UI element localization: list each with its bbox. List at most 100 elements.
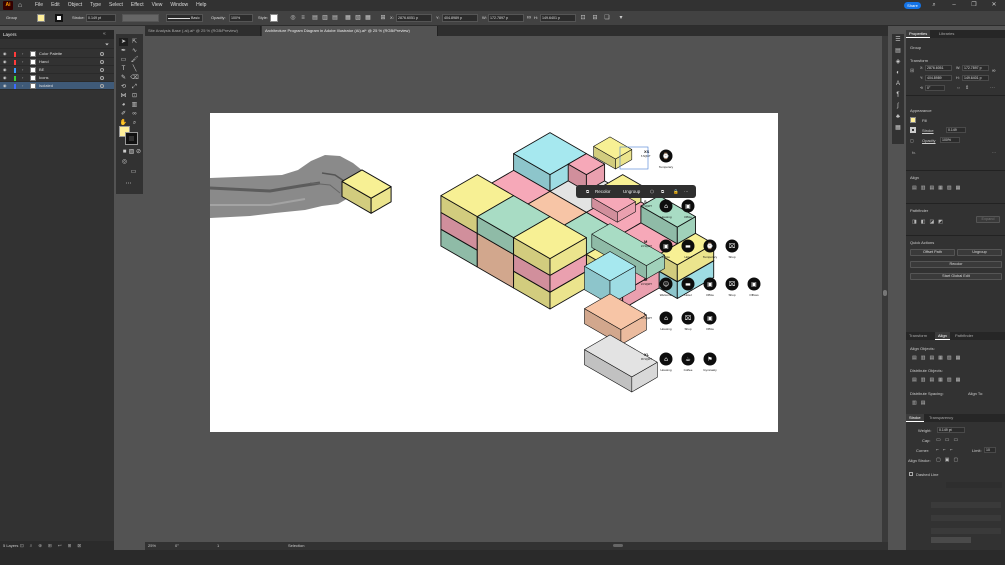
tab-architecture-program[interactable]: Architecture Program Diagram in Adobe Il… <box>262 26 438 36</box>
align-bottom-icon[interactable]: ▦ <box>365 14 371 22</box>
align-row[interactable] <box>931 528 1001 534</box>
ungroup-button[interactable]: Ungroup <box>957 249 1002 256</box>
search-icon[interactable]: ⌕ <box>925 0 943 11</box>
tab-libraries[interactable]: Libraries <box>936 30 957 38</box>
corner-icons[interactable]: ⌐⌐⌐ <box>936 447 957 453</box>
layer-row[interactable]: ◉ › Hand <box>0 58 114 66</box>
pen-tool-icon[interactable]: ✒ <box>119 47 128 55</box>
paragraph-panel-icon[interactable]: ¶ <box>894 91 902 99</box>
legend-item[interactable]: XL96 SQM/T ⌂ Housing ☕ Coffee ⚑ Gymnasty <box>584 334 718 393</box>
link-proportions-icon[interactable]: ∞ <box>526 14 532 22</box>
x-field[interactable]: 2876.6051 <box>925 65 952 71</box>
menu-help[interactable]: Help <box>192 0 210 11</box>
layer-name[interactable]: BE <box>39 66 44 74</box>
menu-edit[interactable]: Edit <box>47 0 64 11</box>
direct-selection-tool-icon[interactable]: ⇱ <box>130 38 139 46</box>
layer-name[interactable]: Icons <box>39 74 49 82</box>
arrowheads-row[interactable] <box>931 502 1001 508</box>
vertical-scrollbar[interactable] <box>882 36 888 542</box>
align-top-icon[interactable]: ▦ <box>345 14 351 22</box>
opacity-label-link[interactable]: Opacity <box>922 138 936 143</box>
rotate-view-angle[interactable]: 0° <box>175 543 179 548</box>
restore-icon[interactable]: ❐ <box>965 0 983 11</box>
reference-point-icon[interactable]: ⊞ <box>380 14 386 22</box>
zoom-level[interactable]: 25% <box>148 543 156 548</box>
libraries-panel-icon[interactable]: ▤ <box>894 47 902 55</box>
share-button[interactable]: Share <box>904 2 921 9</box>
paintbrush-tool-icon[interactable]: 🖌 <box>130 56 139 64</box>
edit-toolbar-icon[interactable]: ⋯ <box>124 180 133 188</box>
layers-panel-icon[interactable]: ◈ <box>894 58 902 66</box>
align-objects-icons[interactable]: ▤▥▤▦▧▦ <box>912 355 964 361</box>
visibility-eye-icon[interactable]: ◉ <box>3 58 7 66</box>
draw-mode-icon[interactable]: ◎ <box>120 158 129 166</box>
brush-definition-field[interactable]: Basic <box>166 14 203 22</box>
home-icon[interactable]: ⌂ <box>15 1 25 10</box>
expand-chevron-icon[interactable]: › <box>22 82 23 90</box>
target-circle-icon[interactable] <box>100 60 104 64</box>
pathfinder-icons-row[interactable]: ◨◧◪◩ <box>912 219 947 225</box>
weight-field[interactable]: 0.149 pt <box>937 427 965 433</box>
recolor-button[interactable]: Recolor <box>910 261 1002 268</box>
shape-builder-tool-icon[interactable]: ◕ <box>119 101 128 109</box>
target-circle-icon[interactable] <box>100 84 104 88</box>
target-circle-icon[interactable] <box>100 68 104 72</box>
tab-pathfinder[interactable]: Pathfinder <box>952 332 976 340</box>
style-swatch[interactable] <box>270 14 278 22</box>
close-icon[interactable]: ✕ <box>985 0 1003 11</box>
program-diagram-artwork[interactable]: XS6 SQM/T ⌚ Temporary S12 SQM/T ⌂ Housing ▣ Off… <box>209 113 778 432</box>
distribute-objects-icons[interactable]: ▤▥▤▦▧▦ <box>912 377 964 383</box>
legend-item[interactable]: L72 SQM/T ⌂Housing⌧Shop▣Office <box>584 293 717 345</box>
tab-transform[interactable]: Transform <box>906 332 930 340</box>
appearance-more-icon[interactable]: ⋯ <box>992 150 996 155</box>
isolate-icon[interactable]: ⊟ <box>592 14 598 22</box>
menu-file[interactable]: File <box>31 0 47 11</box>
more-transform-icon[interactable]: ⋯ <box>990 85 999 91</box>
artboard[interactable]: XS 6 SQM/T ⌚ Temporary S 12 SQM/T ⌂ Housing ▣ Off… <box>209 113 778 432</box>
height-field[interactable]: 149.6401 p <box>540 14 576 22</box>
menu-window[interactable]: Window <box>166 0 192 11</box>
width-tool-icon[interactable]: ⋈ <box>119 92 128 100</box>
eraser-tool-icon[interactable]: ⌫ <box>130 74 139 82</box>
illustrator-app-icon[interactable]: Ai <box>3 1 13 10</box>
legend-item[interactable]: XS6 SQM/T ⌚ Temporary <box>593 136 674 170</box>
recolor-context-icon[interactable]: ⧉ <box>586 187 589 196</box>
opacity-panel-field[interactable]: 100% <box>940 137 960 143</box>
none-mode-icon[interactable]: ⊘ <box>134 148 143 156</box>
visibility-eye-icon[interactable]: ◉ <box>3 66 7 74</box>
brushes-panel-icon[interactable]: ∫ <box>894 102 902 110</box>
zoom-tool-icon[interactable]: ⌕ <box>130 119 139 127</box>
layer-row[interactable]: ◉ › Icons <box>0 74 114 82</box>
ungroup-context-button[interactable]: Ungroup <box>623 187 640 196</box>
align-right-icon[interactable]: ▤ <box>332 14 338 22</box>
stroke-swatch-panel[interactable] <box>910 127 916 133</box>
fill-swatch[interactable] <box>37 14 45 22</box>
horizontal-scroll-thumb[interactable] <box>613 544 623 547</box>
start-global-edit-button[interactable]: Start Global Edit <box>910 273 1002 280</box>
screen-mode-icon[interactable]: ▭ <box>129 168 138 176</box>
expand-chevron-icon[interactable]: › <box>22 66 23 74</box>
properties-panel-icon[interactable]: ☰ <box>894 36 902 44</box>
cap-icons[interactable]: ▭▭▭ <box>936 437 962 443</box>
panel-collapse-icon[interactable]: « <box>103 31 106 37</box>
expand-chevron-icon[interactable]: › <box>22 50 23 58</box>
stroke-weight-panel-field[interactable]: 0.149 <box>946 127 966 133</box>
layer-row[interactable]: ◉ › Color Palette <box>0 50 114 58</box>
profile-row[interactable] <box>931 537 971 543</box>
align-left-icon[interactable]: ▤ <box>312 14 318 22</box>
line-tool-icon[interactable]: ╲ <box>130 65 139 73</box>
stroke-label-link[interactable]: Stroke <box>922 128 934 133</box>
layer-name[interactable]: Isolated <box>39 82 53 90</box>
legend-block[interactable] <box>584 293 647 345</box>
visibility-eye-icon[interactable]: ◉ <box>3 50 7 58</box>
reference-point-icon[interactable]: ⊞ <box>910 68 914 74</box>
layer-name[interactable]: Color Palette <box>39 50 62 58</box>
free-transform-tool-icon[interactable]: ⊡ <box>130 92 139 100</box>
artboard-number[interactable]: 1 <box>217 543 219 548</box>
align-icon[interactable]: ≡ <box>300 14 306 22</box>
layer-actions-icons[interactable]: ⊡⌕⊕⊞↩⊞⊠ <box>20 541 87 550</box>
width-field[interactable]: 172.7897 p <box>488 14 524 22</box>
shaper-tool-icon[interactable]: ✎ <box>119 74 128 82</box>
duplicate-context-icon[interactable]: ⧉ <box>661 187 664 196</box>
stroke-swatch[interactable] <box>55 14 63 22</box>
